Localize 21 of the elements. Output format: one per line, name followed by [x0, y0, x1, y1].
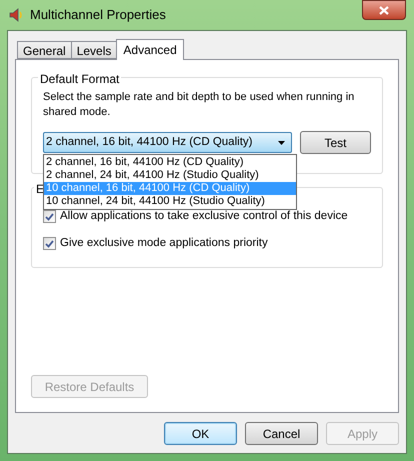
test-button[interactable]: Test [300, 131, 371, 154]
tab[interactable]: Levels [70, 41, 116, 59]
description: Select the sample rate and bit depth to be used when running in shared mode. [43, 90, 356, 120]
close-icon [379, 6, 389, 14]
window-title: Multichannel Properties [30, 6, 166, 24]
caret-icon [278, 140, 285, 144]
checkbox[interactable] [43, 210, 56, 224]
speaker-icon [8, 7, 24, 23]
close-button[interactable] [362, 0, 406, 20]
dropdown-option[interactable]: 2 channel, 24 bit, 44100 Hz (Studio Quality) [44, 169, 296, 182]
checkbox-label: Give exclusive mode applications priority [60, 236, 268, 252]
dropdown-value: 2 channel, 16 bit, 44100 Hz (CD Quality) [46, 134, 252, 150]
tab[interactable]: General [17, 41, 71, 59]
checkbox-label: Allow applications to take exclusive control of this device [60, 209, 348, 224]
tab[interactable]: Advanced [116, 39, 184, 60]
dropdown-option[interactable]: 2 channel, 16 bit, 44100 Hz (CD Quality) [44, 156, 296, 169]
format-dropdown[interactable]: 2 channel, 16 bit, 44100 Hz (CD Quality) [43, 132, 292, 153]
dialog-button[interactable]: OK [164, 422, 237, 445]
checkbox[interactable] [43, 237, 56, 250]
dropdown-option[interactable]: 10 channel, 24 bit, 44100 Hz (Studio Quality) [44, 195, 296, 208]
dialog-button[interactable]: Cancel [245, 422, 318, 445]
